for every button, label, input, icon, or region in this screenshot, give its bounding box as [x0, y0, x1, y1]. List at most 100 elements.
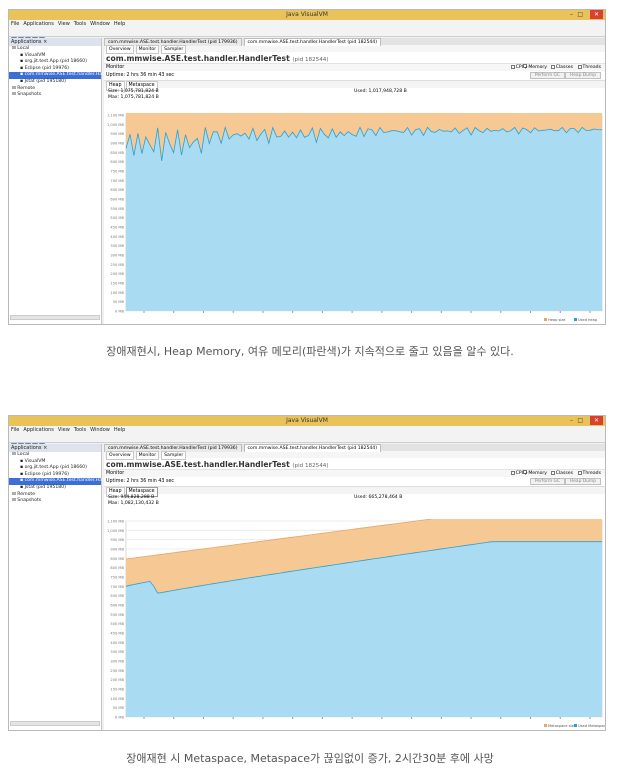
y-tick-label: 750 MB	[110, 576, 124, 580]
y-tick-label: 150 MB	[110, 688, 124, 692]
y-tick-label: 350 MB	[110, 244, 124, 248]
minimize-icon[interactable]: –	[570, 11, 573, 18]
monitor-label: Monitor	[106, 471, 125, 476]
legend-used-label: Used heap	[578, 318, 598, 322]
y-tick-label: 900 MB	[110, 548, 124, 552]
main-panel: com.mmwise.ASE.test.handler.HandlerTest …	[104, 444, 605, 730]
maximize-icon[interactable]: □	[577, 417, 583, 424]
caption-heap: 장애재현시, Heap Memory, 여유 메모리(파란색)가 지속적으로 줄…	[106, 345, 514, 358]
tree-item[interactable]: ▪ com.mmwise.ASE.test.handler.HandlerTes…	[9, 72, 154, 79]
close-icon[interactable]: ✕	[590, 10, 603, 19]
y-tick-label: 250 MB	[110, 669, 124, 673]
menu-help[interactable]: Help	[114, 21, 125, 27]
y-tick-label: 950 MB	[110, 132, 124, 136]
memory-stats: Size: 944,828,288 B Max: 1,082,130,432 B…	[104, 494, 605, 509]
tab-doc-182544[interactable]: com.mmwise.ASE.test.handler.HandlerTest …	[243, 38, 382, 46]
menu-file[interactable]: File	[11, 427, 19, 433]
menu-tools[interactable]: Tools	[74, 21, 86, 27]
tab-monitor[interactable]: Monitor	[135, 451, 160, 460]
window-titlebar: Java VisualVM – □ ✕	[9, 416, 605, 426]
menu-applications[interactable]: Applications	[23, 21, 54, 27]
tab-sampler[interactable]: Sampler	[161, 45, 187, 54]
window-title: Java VisualVM	[286, 11, 328, 18]
max-label: Max: 1,082,130,432 B	[108, 500, 159, 506]
tab-monitor[interactable]: Monitor	[135, 45, 160, 54]
menu-view[interactable]: View	[58, 21, 70, 27]
y-tick-label: 650 MB	[110, 188, 124, 192]
y-tick-label: 700 MB	[110, 585, 124, 589]
menu-tools[interactable]: Tools	[74, 427, 86, 433]
maximize-icon[interactable]: □	[577, 11, 583, 18]
close-icon[interactable]: ✕	[590, 416, 603, 425]
tree-item[interactable]: ▪ org.jit.test.App (pid 18660)	[9, 59, 101, 66]
tab-overview[interactable]: Overview	[106, 451, 134, 460]
y-tick-label: 150 MB	[110, 282, 124, 286]
tree-item[interactable]: ⊟ Local	[9, 46, 101, 53]
y-tick-label: 750 MB	[110, 170, 124, 174]
y-tick-label: 850 MB	[110, 151, 124, 155]
y-tick-label: 1,100 MB	[107, 114, 125, 118]
applications-tree: ⊟ Local ▪ VisualVM ▪ org.jit.test.App (pid…	[9, 452, 154, 505]
y-tick-label: 400 MB	[110, 641, 124, 645]
applications-panel: Applications × ⊟ Local ▪ VisualVM ▪ org.ji…	[9, 444, 154, 730]
main-panel: com.mmwise.ASE.test.handler.HandlerTest …	[104, 38, 605, 324]
y-tick-label: 100 MB	[110, 291, 124, 295]
metaspace-chart-svg: 1,100 MB 1,000 MB 950 MB 900 MB 850 MB 800 MB…	[107, 519, 605, 728]
menu-view[interactable]: View	[58, 427, 70, 433]
y-tick-label: 800 MB	[110, 566, 124, 570]
tree-item[interactable]: ▪ Jstat (pid 195180)	[9, 79, 101, 86]
perform-gc-button[interactable]: Perform GC	[529, 72, 565, 79]
uptime-row: Uptime: 2 hrs 36 min 43 sec Perform GC H…	[104, 71, 605, 80]
uptime-row: Uptime: 2 hrs 36 min 43 sec Perform GC H…	[104, 477, 605, 486]
menu-window[interactable]: Window	[90, 21, 110, 27]
menu-help[interactable]: Help	[114, 427, 125, 433]
y-tick-label: 0 MB	[115, 716, 125, 720]
perform-gc-button[interactable]: Perform GC	[529, 478, 565, 485]
menu-file[interactable]: File	[11, 21, 19, 27]
applications-panel: Applications × ⊟ Local ▪ VisualVM ▪ org.ji…	[9, 38, 154, 324]
tree-item[interactable]: ⊟ Local	[9, 452, 101, 459]
tab-overview[interactable]: Overview	[106, 45, 134, 54]
heap-chart: 1,100 MB 1,000 MB 950 MB 900 MB 850 MB 800 MB…	[104, 113, 605, 324]
tab-doc-182544[interactable]: com.mmwise.ASE.test.handler.HandlerTest …	[243, 444, 382, 452]
tree-item[interactable]: ⊟ Snapshots	[9, 498, 101, 505]
used-area	[126, 127, 602, 311]
y-tick-label: 500 MB	[110, 216, 124, 220]
y-tick-label: 450 MB	[110, 632, 124, 636]
used-label: Used: 665,278,464 B	[354, 495, 403, 500]
heap-dump-button[interactable]: Heap Dump	[564, 478, 601, 485]
tree-item[interactable]: ⊟ Snapshots	[9, 92, 101, 99]
y-tick-label: 350 MB	[110, 650, 124, 654]
tree-item[interactable]: ▪ com.mmwise.ASE.test.handler.HandlerTes…	[9, 478, 154, 485]
uptime-label: Uptime: 2 hrs 36 min 43 sec	[106, 73, 175, 78]
y-tick-label: 550 MB	[110, 613, 124, 617]
minimize-icon[interactable]: –	[570, 417, 573, 424]
y-tick-label: 100 MB	[110, 697, 124, 701]
max-label: Max: 1,075,781,824 B	[108, 94, 159, 100]
horizontal-scrollbar[interactable]	[10, 721, 100, 726]
visualvm-window-metaspace: Java VisualVM – □ ✕ File Applications View…	[8, 415, 606, 731]
legend-swatch-size	[544, 724, 547, 727]
applications-panel-header: Applications ×	[9, 38, 101, 46]
caption-metaspace: 장애재현 시 Metaspace, Metaspace가 끊임없이 증가, 2시…	[126, 752, 494, 765]
toolbar	[9, 28, 605, 43]
y-tick-label: 200 MB	[110, 678, 124, 682]
legend-swatch-used	[574, 318, 577, 321]
y-tick-label: 850 MB	[110, 557, 124, 561]
tab-sampler[interactable]: Sampler	[161, 451, 187, 460]
y-tick-label: 0 MB	[115, 310, 125, 314]
visualvm-window-heap: Java VisualVM – □ ✕ File Applications View…	[8, 9, 606, 325]
y-tick-label: 1,000 MB	[107, 123, 125, 127]
y-tick-label: 700 MB	[110, 179, 124, 183]
menu-applications[interactable]: Applications	[23, 427, 54, 433]
applications-panel-header: Applications ×	[9, 444, 101, 452]
horizontal-scrollbar[interactable]	[10, 315, 100, 320]
tree-item[interactable]: ▪ org.jit.test.App (pid 18660)	[9, 465, 101, 472]
document-tabs: com.mmwise.ASE.test.handler.HandlerTest …	[104, 38, 605, 46]
tree-item[interactable]: ▪ Jstat (pid 195180)	[9, 485, 101, 492]
monitor-label: Monitor	[106, 65, 125, 70]
menu-bar: File Applications View Tools Window Help	[9, 20, 605, 28]
applications-tree: ⊟ Local ▪ VisualVM ▪ org.jit.test.App (pid…	[9, 46, 154, 99]
heap-dump-button[interactable]: Heap Dump	[564, 72, 601, 79]
menu-window[interactable]: Window	[90, 427, 110, 433]
